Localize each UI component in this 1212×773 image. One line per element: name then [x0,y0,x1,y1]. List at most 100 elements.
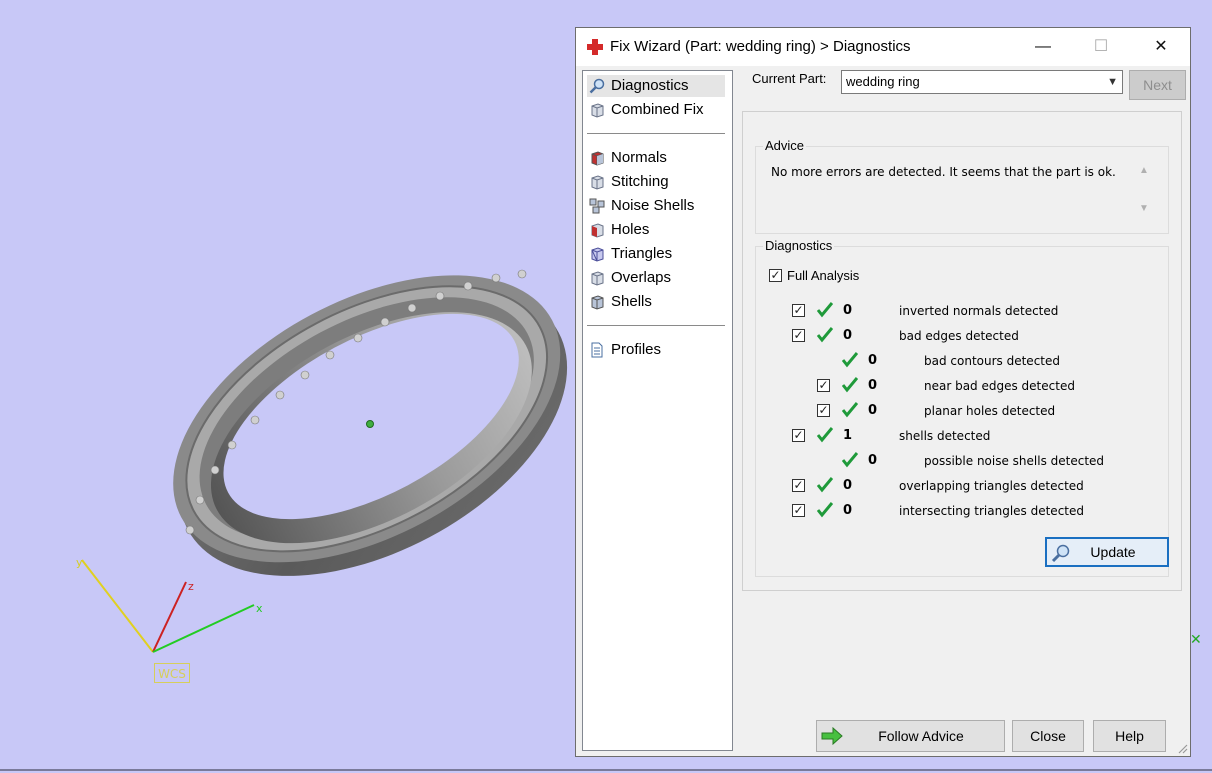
close-window-button[interactable]: ✕ [1132,28,1190,66]
diagnostic-checkbox[interactable]: ✓ [817,379,830,392]
diagnostic-checkbox[interactable]: ✓ [792,429,805,442]
scroll-down-icon[interactable]: ▼ [1136,201,1152,217]
title-bar[interactable]: Fix Wizard (Part: wedding ring) > Diagno… [576,28,1190,66]
diagnostic-label: intersecting triangles detected [899,504,1084,518]
fix-wizard-window: Fix Wizard (Part: wedding ring) > Diagno… [575,27,1191,757]
current-part-select[interactable]: wedding ring ▼ [841,70,1123,94]
nav-label: Shells [611,293,652,310]
nav-item-diagnostics[interactable]: Diagnostics [587,75,725,97]
diagnostic-count: 1 [843,428,853,443]
nav-item-noise-shells[interactable]: Noise Shells [587,195,725,217]
axis-y-label: y [76,556,83,569]
diagnostic-count: 0 [868,353,878,368]
diagnostics-title: Diagnostics [763,238,835,253]
diagnostic-label: near bad edges detected [924,379,1075,393]
green-check-icon [842,352,858,368]
next-button[interactable]: Next [1129,70,1186,100]
green-check-icon [842,452,858,468]
holes-cube-icon [591,223,604,238]
nav-label: Diagnostics [611,77,689,94]
diagnostic-count: 0 [868,378,878,393]
red-cross-icon [587,39,603,55]
diagnostic-label: shells detected [899,429,991,443]
diagnostic-count: 0 [868,453,878,468]
nav-item-combined-fix[interactable]: Combined Fix [587,99,725,121]
help-button[interactable]: Help [1093,720,1166,752]
diagnostic-checkbox[interactable]: ✓ [817,404,830,417]
window-title: Fix Wizard (Part: wedding ring) > Diagno… [610,38,911,55]
nav-item-profiles[interactable]: Profiles [587,339,725,361]
wizard-nav-panel: Diagnostics Combined Fix Normals Stitchi… [582,70,733,751]
green-arrow-icon [821,727,843,745]
follow-advice-button[interactable]: Follow Advice [816,720,1005,752]
wcs-label: WCS [154,663,190,683]
magnifier-icon [589,78,605,94]
close-marker-icon: ✕ [1190,632,1202,648]
diagnostic-label: bad contours detected [924,354,1060,368]
scroll-up-icon[interactable]: ▲ [1136,163,1152,179]
minimize-button[interactable]: — [1014,28,1072,66]
green-check-icon [817,302,833,318]
normals-cube-icon [591,151,604,166]
current-part-value: wedding ring [846,74,920,89]
nav-label: Combined Fix [611,101,704,118]
green-check-icon [842,377,858,393]
close-button[interactable]: Close [1012,720,1084,752]
nav-divider [587,325,725,326]
diagnostic-count: 0 [868,403,878,418]
viewport-divider [0,769,1212,771]
follow-advice-label: Follow Advice [878,728,964,744]
nav-label: Stitching [611,173,669,190]
nav-label: Overlaps [611,269,672,286]
nav-item-triangles[interactable]: Triangles [587,243,725,265]
diagnostic-count: 0 [843,478,853,493]
axis-x-label: x [256,602,263,615]
diagnostic-checkbox[interactable]: ✓ [792,479,805,492]
triangles-cube-icon [591,247,604,262]
diagnostic-count: 0 [843,503,853,518]
nav-item-holes[interactable]: Holes [587,219,725,241]
diagnostic-checkbox[interactable]: ✓ [792,329,805,342]
nav-label: Triangles [611,245,673,262]
axis-z-label: z [188,580,194,593]
nav-item-normals[interactable]: Normals [587,147,725,169]
resize-grip-icon[interactable] [1176,742,1188,754]
diagnostics-page: Advice No more errors are detected. It s… [742,111,1182,591]
diagnostic-label: inverted normals detected [899,304,1059,318]
update-label: Update [1090,544,1136,560]
full-analysis-label: Full Analysis [787,268,860,283]
maximize-button[interactable]: ☐ [1072,28,1130,66]
stitching-cube-icon [591,175,604,190]
advice-text: No more errors are detected. It seems th… [771,165,1116,179]
full-analysis-checkbox[interactable]: ✓ [769,269,782,282]
diagnostic-checkbox[interactable]: ✓ [792,504,805,517]
diagnostic-label: planar holes detected [924,404,1056,418]
advice-group: Advice No more errors are detected. It s… [755,138,1169,234]
green-check-icon [817,327,833,343]
diagnostic-count: 0 [843,303,853,318]
green-check-icon [817,427,833,443]
nav-item-shells[interactable]: Shells [587,291,725,313]
diagnostic-checkbox[interactable]: ✓ [792,304,805,317]
noise-shells-icon [589,198,605,214]
document-icon [591,342,603,358]
nav-item-overlaps[interactable]: Overlaps [587,267,725,289]
diagnostic-count: 0 [843,328,853,343]
shells-cube-icon [591,295,604,310]
nav-label: Noise Shells [611,197,695,214]
nav-label: Profiles [611,341,662,358]
nav-label: Holes [611,221,650,238]
diagnostic-label: possible noise shells detected [924,454,1105,468]
green-check-icon [817,477,833,493]
advice-title: Advice [763,138,807,153]
green-check-icon [842,402,858,418]
nav-item-stitching[interactable]: Stitching [587,171,725,193]
diagnostic-label: bad edges detected [899,329,1019,343]
cube-icon [591,103,604,118]
current-part-label: Current Part: [752,71,827,86]
nav-divider [587,133,725,134]
nav-label: Normals [611,149,667,166]
update-button[interactable]: Update [1045,537,1169,567]
diagnostic-label: overlapping triangles detected [899,479,1084,493]
green-check-icon [817,502,833,518]
